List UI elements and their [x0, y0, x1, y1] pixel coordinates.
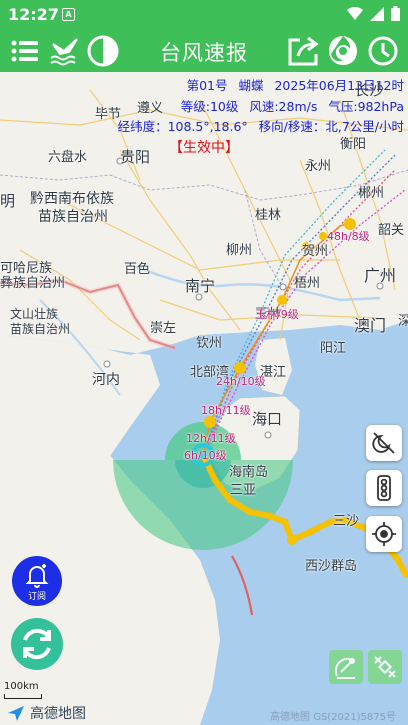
- place-label: 三沙: [333, 514, 360, 529]
- place-label: 三亚: [230, 483, 257, 498]
- traffic-light-icon: [377, 475, 391, 501]
- typhoon-coordinates: 经纬度：108.5°,18.6°: [117, 119, 248, 134]
- locate-icon: [372, 522, 396, 546]
- place-label: 海口: [252, 410, 283, 428]
- typhoon-wind-speed: 风速:28m/s: [249, 99, 318, 114]
- typhoon-info-line1: 第01号 蝴蝶 2025年06月13日12时: [0, 75, 408, 94]
- place-label: 苗族自治州: [38, 209, 108, 225]
- scale-bar: [4, 694, 42, 699]
- traffic-button[interactable]: [366, 470, 402, 506]
- place-label: 崇左: [150, 321, 177, 336]
- place-label: 河内: [92, 372, 120, 388]
- place-label: 梧州: [294, 276, 321, 291]
- place-label: 贺州: [302, 244, 329, 259]
- typhoon-number: 第01号: [186, 78, 228, 93]
- place-label: 桂林: [255, 208, 282, 223]
- place-label: 郴州: [358, 186, 385, 201]
- place-label: 深圳: [398, 314, 408, 329]
- typhoon-level: 等级:10级: [180, 99, 239, 114]
- place-label: 苗族自治州: [10, 322, 71, 336]
- app-bar: 台风速报: [0, 30, 408, 72]
- forecast-label: 48h/8级: [327, 230, 370, 243]
- typhoon-icon: [329, 36, 357, 65]
- signal-icon: [370, 6, 384, 21]
- place-label: 柳州: [226, 243, 253, 258]
- locate-button[interactable]: [366, 516, 402, 552]
- place-label: 明: [0, 192, 16, 210]
- status-icons: [347, 6, 400, 21]
- typhoon-info-line2: 等级:10级 风速:28m/s 气压:982hPa: [0, 96, 408, 115]
- place-label: 黔西南布依族: [30, 191, 114, 207]
- bell-icon: [25, 564, 49, 588]
- typhoon-button[interactable]: [326, 34, 360, 68]
- active-status: 【生效中】: [169, 140, 239, 156]
- forecast-label: 12h/11级: [186, 432, 236, 445]
- status-bar: 12:27 A: [0, 0, 408, 30]
- sim-badge: A: [62, 8, 75, 21]
- place-label: 南宁: [185, 277, 216, 295]
- forecast-label: 18h/11级: [201, 404, 251, 417]
- radar-icon: [334, 657, 355, 679]
- place-label: 阳江: [320, 341, 347, 356]
- night-mode-button[interactable]: [366, 425, 402, 461]
- forecast-label: 玉林/9级: [255, 308, 299, 321]
- satellite-button[interactable]: [368, 650, 402, 684]
- place-label: 海南岛: [229, 465, 269, 480]
- place-label: 韶关: [378, 223, 405, 238]
- wifi-icon: [347, 6, 363, 20]
- typhoon-datetime: 2025年06月13日12时: [274, 78, 404, 93]
- place-label: 永州: [305, 159, 332, 174]
- radar-button[interactable]: [329, 650, 363, 684]
- clock-icon: [368, 36, 398, 66]
- place-label: 百色: [124, 262, 151, 277]
- map-copyright: 高德地图 GS(2021)5875号: [270, 712, 396, 723]
- place-label: 澳门: [354, 316, 387, 335]
- subscribe-button[interactable]: 订阅: [12, 556, 62, 606]
- history-button[interactable]: [366, 34, 400, 68]
- typhoon-name: 蝴蝶: [238, 78, 264, 93]
- amap-logo: 高德地图: [6, 703, 86, 723]
- refresh-icon: [23, 628, 51, 660]
- night-mode-icon: [372, 432, 395, 454]
- status-time: 12:27: [8, 5, 59, 24]
- place-label: 广州: [364, 266, 397, 285]
- place-label: 西沙群岛: [305, 559, 358, 574]
- amap-logo-text: 高德地图: [30, 706, 86, 722]
- battery-icon: [391, 6, 400, 21]
- share-button[interactable]: [286, 34, 320, 68]
- share-icon: [288, 36, 319, 66]
- satellite-icon: [374, 656, 396, 678]
- typhoon-info-line3: 经纬度：108.5°,18.6° 移向/移速：北,7公里/小时: [0, 116, 408, 135]
- scale-label: 100km: [4, 681, 39, 692]
- place-label: 钦州: [196, 336, 223, 351]
- place-label: 彝族自治州: [0, 276, 66, 291]
- refresh-button[interactable]: [11, 618, 63, 670]
- typhoon-movement: 移向/移速：北,7公里/小时: [258, 119, 404, 134]
- forecast-label: 6h/10级: [184, 449, 227, 462]
- subscribe-label: 订阅: [27, 592, 46, 602]
- typhoon-pressure: 气压:982hPa: [328, 99, 404, 114]
- navigation-arrow-icon: [8, 706, 24, 721]
- forecast-label: 24h/10级: [216, 375, 266, 388]
